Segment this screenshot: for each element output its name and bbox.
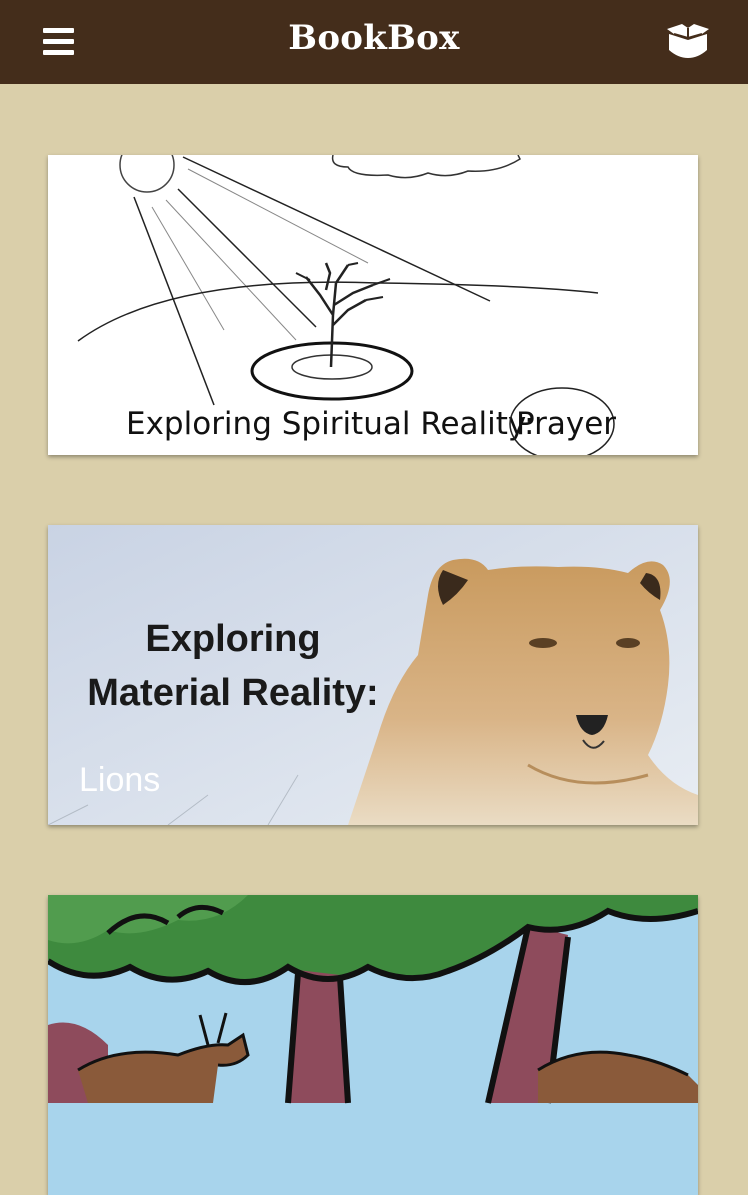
book-title: Lions <box>79 761 161 799</box>
book-cover-image <box>48 895 698 1195</box>
book-cover-image: Exploring Spiritual Reality: Prayer <box>48 155 698 455</box>
cover-text: Exploring Spiritual Reality: <box>126 406 534 442</box>
app-title: BookBox <box>288 18 460 58</box>
cover-word: Prayer <box>516 406 616 442</box>
cover-line1: Exploring <box>145 618 320 660</box>
book-card-prayer[interactable]: Exploring Spiritual Reality: Prayer <box>48 155 698 455</box>
cover-line2: Material Reality: <box>87 672 378 714</box>
book-card-lions[interactable]: Exploring Material Reality: Lions <box>48 525 698 825</box>
top-app-bar: BookBox <box>0 0 748 84</box>
open-box-icon[interactable] <box>662 20 714 62</box>
book-card-forest[interactable] <box>48 895 698 1195</box>
